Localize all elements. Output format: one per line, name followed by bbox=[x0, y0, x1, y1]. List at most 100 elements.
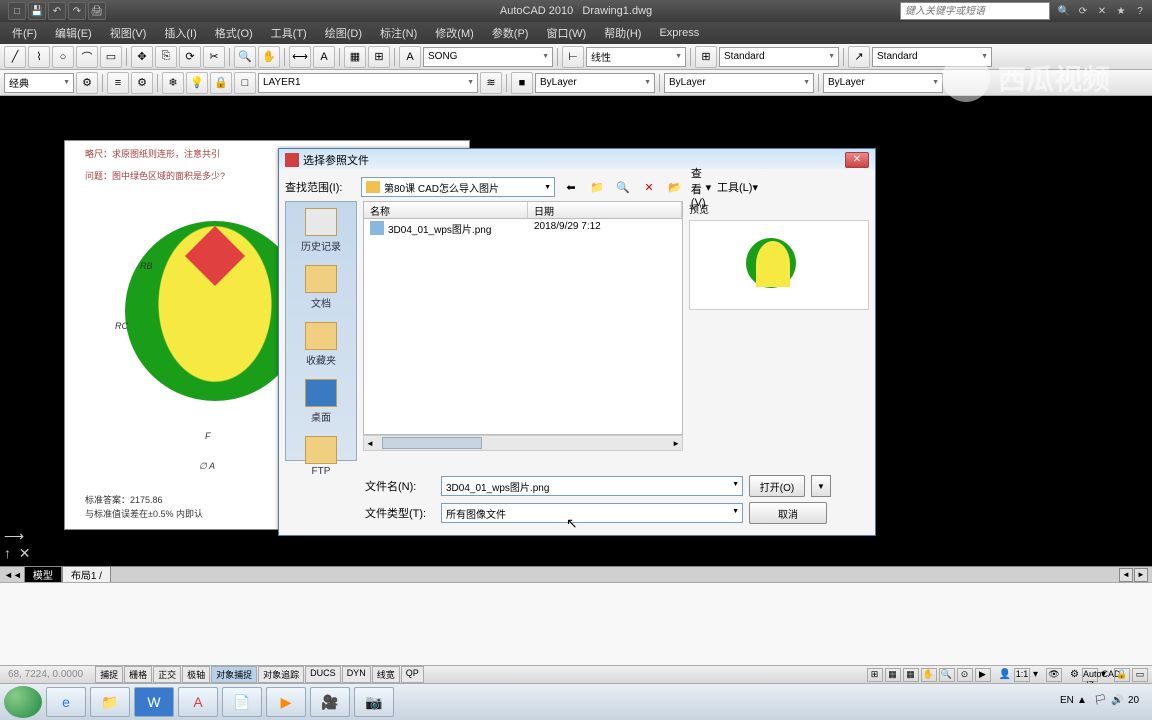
toggle-polar[interactable]: 极轴 bbox=[182, 666, 210, 683]
menu-insert[interactable]: 插入(I) bbox=[156, 23, 204, 43]
toggle-otrack[interactable]: 对象追踪 bbox=[258, 666, 304, 683]
subscription-icon[interactable]: ⟳ bbox=[1075, 3, 1091, 19]
qat-undo-icon[interactable]: ↶ bbox=[48, 2, 66, 20]
col-name[interactable]: 名称 bbox=[364, 202, 528, 218]
color-dropdown[interactable]: ByLayer bbox=[535, 73, 655, 93]
menu-draw[interactable]: 绘图(D) bbox=[317, 23, 370, 43]
layer-match-icon[interactable]: ≋ bbox=[480, 72, 502, 94]
tool-dim-icon[interactable]: ⟷ bbox=[289, 46, 311, 68]
tablestyle-dropdown[interactable]: Standard bbox=[719, 47, 839, 67]
col-date[interactable]: 日期 bbox=[528, 202, 682, 218]
toggle-qp[interactable]: QP bbox=[401, 666, 424, 683]
taskbar-ie[interactable]: e bbox=[46, 687, 86, 717]
filename-input[interactable]: 3D04_01_wps图片.png bbox=[441, 476, 743, 496]
menu-view[interactable]: 视图(V) bbox=[102, 23, 155, 43]
filetype-dropdown[interactable]: 所有图像文件 bbox=[441, 503, 743, 523]
tool-mleader-icon[interactable]: ↗ bbox=[848, 46, 870, 68]
place-desktop[interactable]: 桌面 bbox=[286, 373, 356, 430]
layer-color-icon[interactable]: □ bbox=[234, 72, 256, 94]
showmotion-icon[interactable]: ▶ bbox=[975, 668, 991, 682]
qat-print-icon[interactable]: 🖨 bbox=[88, 2, 106, 20]
layer-dropdown[interactable]: LAYER1 bbox=[258, 73, 478, 93]
tray-up-icon[interactable]: ▲ bbox=[1077, 695, 1091, 709]
pan-icon[interactable]: ✋ bbox=[921, 668, 937, 682]
lock-ui-icon[interactable]: 🔒 bbox=[1114, 668, 1130, 682]
workspace-settings-icon[interactable]: ⚙ bbox=[76, 72, 98, 94]
zoom-icon[interactable]: 🔍 bbox=[939, 668, 955, 682]
tool-dimstyle-icon[interactable]: ⊢ bbox=[562, 46, 584, 68]
steering-wheel-icon[interactable]: ⊙ bbox=[957, 668, 973, 682]
dialog-close-button[interactable]: ✕ bbox=[845, 152, 869, 168]
tray-ime-icon[interactable]: EN bbox=[1060, 695, 1074, 709]
exchange-icon[interactable]: ✕ bbox=[1094, 3, 1110, 19]
toggle-osnap[interactable]: 对象捕捉 bbox=[211, 666, 257, 683]
quickview-layouts[interactable]: ▦ bbox=[885, 668, 901, 682]
search-icon[interactable]: 🔍 bbox=[1056, 3, 1072, 19]
tray-vol-icon[interactable]: 🔊 bbox=[1111, 695, 1125, 709]
start-button[interactable] bbox=[4, 686, 42, 718]
help-icon[interactable]: ? bbox=[1132, 3, 1148, 19]
tab-layout1[interactable]: 布局1 / bbox=[62, 566, 111, 583]
open-dropdown-button[interactable]: ▼ bbox=[811, 475, 831, 497]
tray-time[interactable]: 20 bbox=[1128, 695, 1142, 709]
annotation-scale[interactable]: 👤 1:1▾ bbox=[993, 668, 1044, 682]
model-paper-toggle[interactable]: ⊞ bbox=[867, 668, 883, 682]
tool-copy-icon[interactable]: ⎘ bbox=[155, 46, 177, 68]
toggle-ducs[interactable]: DUCS bbox=[305, 666, 341, 683]
search-button[interactable]: 🔍 bbox=[613, 177, 633, 197]
toggle-lwt[interactable]: 线宽 bbox=[372, 666, 400, 683]
toggle-dyn[interactable]: DYN bbox=[342, 666, 371, 683]
tool-arc-icon[interactable]: ⌒ bbox=[76, 46, 98, 68]
place-favorites[interactable]: 收藏夹 bbox=[286, 316, 356, 373]
tool-hatch-icon[interactable]: ▦ bbox=[344, 46, 366, 68]
menu-modify[interactable]: 修改(M) bbox=[427, 23, 482, 43]
scroll-thumb[interactable] bbox=[382, 437, 482, 449]
layer-gear-icon[interactable]: ⚙ bbox=[131, 72, 153, 94]
menu-file[interactable]: 件(F) bbox=[4, 23, 45, 43]
tool-tablestyle-icon[interactable]: ⊞ bbox=[695, 46, 717, 68]
back-button[interactable]: ⬅ bbox=[561, 177, 581, 197]
tool-circle-icon[interactable]: ○ bbox=[52, 46, 74, 68]
open-button[interactable]: 打开(O) bbox=[749, 475, 805, 497]
delete-button[interactable]: ✕ bbox=[639, 177, 659, 197]
menu-tools[interactable]: 工具(T) bbox=[263, 23, 315, 43]
layer-freeze-icon[interactable]: ❄ bbox=[162, 72, 184, 94]
tool-textstyle-icon[interactable]: A bbox=[399, 46, 421, 68]
dialog-titlebar[interactable]: 选择参照文件 ✕ bbox=[279, 149, 875, 171]
taskbar-app1[interactable]: 📄 bbox=[222, 687, 262, 717]
menu-dimension[interactable]: 标注(N) bbox=[372, 23, 425, 43]
command-line[interactable] bbox=[0, 582, 1152, 665]
toggle-grid[interactable]: 栅格 bbox=[124, 666, 152, 683]
color-icon[interactable]: ■ bbox=[511, 72, 533, 94]
menu-format[interactable]: 格式(O) bbox=[207, 23, 261, 43]
layer-on-icon[interactable]: 💡 bbox=[186, 72, 208, 94]
up-button[interactable]: 📁 bbox=[587, 177, 607, 197]
lineweight-dropdown[interactable]: ByLayer bbox=[823, 73, 943, 93]
annotation-vis-icon[interactable]: 👁 bbox=[1046, 668, 1062, 682]
qat-new-icon[interactable]: □ bbox=[8, 2, 26, 20]
newfolder-button[interactable]: 📂 bbox=[665, 177, 685, 197]
dimstyle-dropdown[interactable]: 线性 bbox=[586, 47, 686, 67]
tray-flag-icon[interactable]: 🏳 bbox=[1094, 695, 1108, 709]
menu-edit[interactable]: 编辑(E) bbox=[47, 23, 100, 43]
tool-text-icon[interactable]: A bbox=[313, 46, 335, 68]
toggle-snap[interactable]: 捕捉 bbox=[95, 666, 123, 683]
workspace-dropdown[interactable]: 经典 bbox=[4, 73, 74, 93]
linetype-dropdown[interactable]: ByLayer bbox=[664, 73, 814, 93]
tool-trim-icon[interactable]: ✂ bbox=[203, 46, 225, 68]
menu-express[interactable]: Express bbox=[651, 25, 707, 41]
place-history[interactable]: 历史记录 bbox=[286, 202, 356, 259]
menu-help[interactable]: 帮助(H) bbox=[596, 23, 649, 43]
taskbar-app2[interactable]: 📷 bbox=[354, 687, 394, 717]
tool-rect-icon[interactable]: ▭ bbox=[100, 46, 122, 68]
clean-screen-icon[interactable]: ▭ bbox=[1132, 668, 1148, 682]
mleader-dropdown[interactable]: Standard bbox=[872, 47, 992, 67]
tools-menu[interactable]: 工具(L)▾ bbox=[717, 177, 758, 197]
help-search-input[interactable] bbox=[900, 2, 1050, 20]
layer-props-icon[interactable]: ≡ bbox=[107, 72, 129, 94]
favorite-icon[interactable]: ★ bbox=[1113, 3, 1129, 19]
tool-zoom-icon[interactable]: 🔍 bbox=[234, 46, 256, 68]
hscroll-right[interactable]: ► bbox=[1134, 568, 1148, 582]
cancel-button[interactable]: 取消 bbox=[749, 502, 827, 524]
tool-block-icon[interactable]: ⊞ bbox=[368, 46, 390, 68]
